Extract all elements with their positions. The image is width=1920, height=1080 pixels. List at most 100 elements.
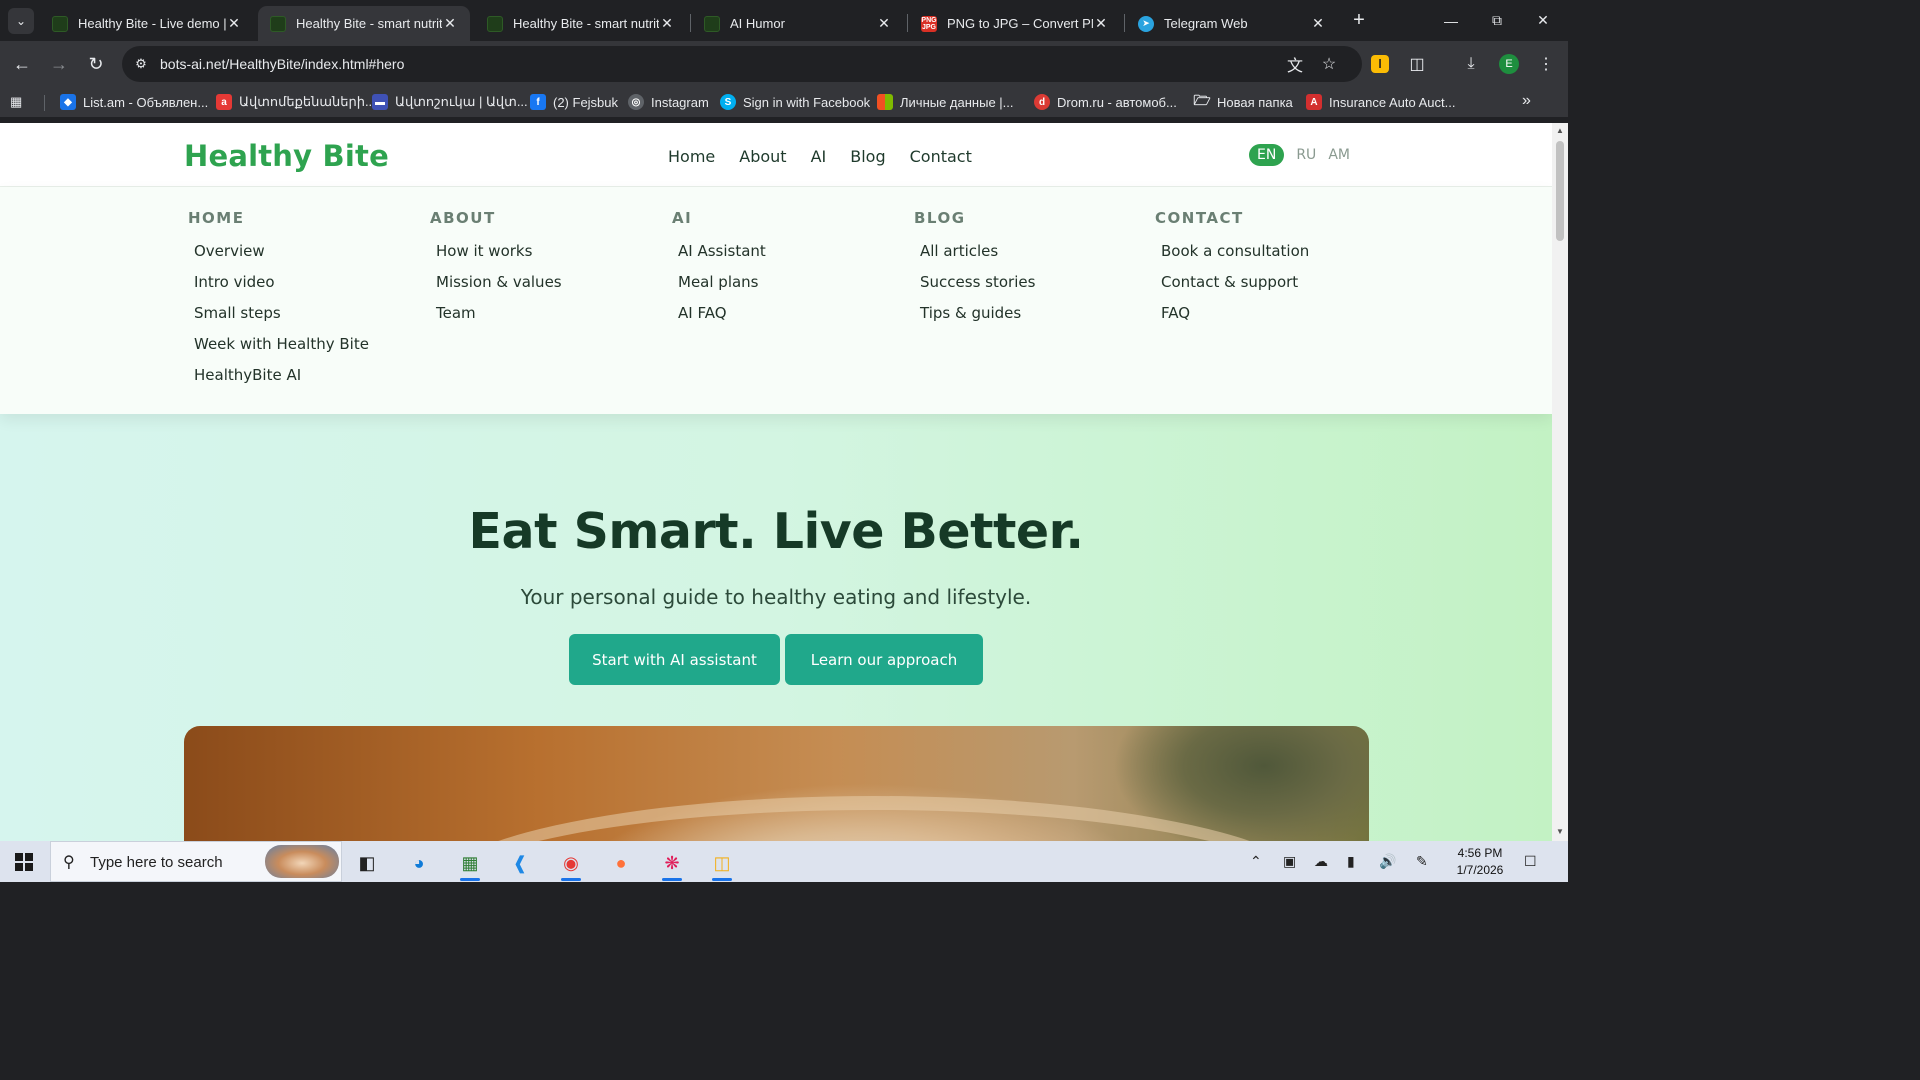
tab-5[interactable]: ➤ Telegram Web ✕ [1126, 6, 1338, 41]
site-logo[interactable]: Healthy Bite [184, 139, 389, 173]
mega-link[interactable]: Week with Healthy Bite [194, 333, 408, 364]
lang-am[interactable]: AM [1328, 144, 1350, 166]
nav-blog[interactable]: Blog [850, 147, 885, 166]
volume-icon[interactable]: 🔊 [1379, 853, 1396, 870]
tab-close-icon[interactable]: ✕ [659, 15, 675, 32]
bookmarks-overflow-icon[interactable]: » [1522, 92, 1531, 110]
mega-link[interactable]: Overview [194, 240, 408, 271]
lang-ru[interactable]: RU [1296, 144, 1316, 166]
onedrive-icon[interactable]: ☁ [1314, 853, 1328, 870]
scroll-down-arrow-icon[interactable]: ▼ [1555, 827, 1565, 837]
forward-button[interactable]: → [46, 51, 72, 77]
mega-link[interactable]: Intro video [194, 271, 408, 302]
scroll-up-arrow-icon[interactable]: ▲ [1555, 126, 1565, 136]
mega-heading: BLOG [914, 209, 966, 227]
tab-2[interactable]: Healthy Bite - smart nutrition ✕ [475, 6, 687, 41]
bookmark-item[interactable]: S Sign in with Facebook [720, 93, 870, 111]
tab-close-icon[interactable]: ✕ [876, 15, 892, 32]
mega-link[interactable]: All articles [920, 240, 1134, 271]
money-app-icon[interactable]: ▦ [450, 847, 490, 881]
mega-link[interactable]: Tips & guides [920, 302, 1134, 333]
minimize-button[interactable]: — [1428, 0, 1474, 41]
file-explorer-icon[interactable]: ◫ [702, 847, 742, 881]
extension-icon: l [1371, 55, 1389, 73]
mega-link[interactable]: How it works [436, 240, 650, 271]
nav-home[interactable]: Home [668, 147, 715, 166]
page-scrollbar[interactable]: ▲ ▼ [1552, 123, 1568, 841]
bookmark-item[interactable]: A Insurance Auto Auct... [1306, 93, 1455, 111]
close-window-button[interactable]: ✕ [1520, 0, 1566, 41]
menu-kebab-icon[interactable]: ⋮ [1534, 52, 1558, 76]
tab-close-icon[interactable]: ✕ [1093, 15, 1109, 32]
tab-search-button[interactable]: ⌄ [8, 8, 34, 34]
tab-1-active[interactable]: Healthy Bite - smart nutrition ✕ [258, 6, 470, 41]
pen-icon[interactable]: ✎ [1416, 853, 1428, 870]
site-info-icon[interactable]: ⚙ [132, 55, 150, 73]
bookmark-item[interactable]: ▬ Ավտոշուկա | Ավտ... [372, 93, 528, 111]
profile-avatar[interactable]: E [1499, 54, 1519, 74]
task-view-icon[interactable]: ◧ [347, 847, 387, 879]
battery-icon[interactable]: ▮ [1347, 853, 1355, 870]
mega-link[interactable]: Success stories [920, 271, 1134, 302]
tab-close-icon[interactable]: ✕ [442, 15, 458, 32]
bookmark-folder[interactable]: 🗁 Новая папка [1193, 92, 1292, 111]
tab-3[interactable]: AI Humor ✕ [692, 6, 904, 41]
mega-link[interactable]: Book a consultation [1161, 240, 1375, 271]
bookmark-item[interactable]: a Ավտոմեքենաների... [216, 93, 376, 111]
mega-link[interactable]: AI FAQ [678, 302, 892, 333]
mega-link[interactable]: Small steps [194, 302, 408, 333]
bookmark-label: Insurance Auto Auct... [1329, 94, 1456, 110]
bookmark-item[interactable]: d Drom.ru - автомоб... [1034, 93, 1177, 111]
mega-link[interactable]: FAQ [1161, 302, 1375, 333]
extensions-puzzle-icon[interactable]: ◫ [1405, 52, 1429, 76]
nav-contact[interactable]: Contact [910, 147, 972, 166]
mega-menu: HOME Overview Intro video Small steps We… [0, 187, 1552, 414]
scroll-thumb[interactable] [1556, 141, 1564, 241]
firefox-icon[interactable]: ● [601, 847, 641, 879]
extension-button[interactable]: l [1368, 52, 1392, 76]
vscode-icon[interactable]: ❰ [500, 847, 540, 879]
tab-close-icon[interactable]: ✕ [226, 15, 242, 32]
nav-ai[interactable]: AI [811, 147, 827, 166]
start-ai-assistant-button[interactable]: Start with AI assistant [569, 634, 780, 685]
taskbar-clock[interactable]: 4:56 PM 1/7/2026 [1450, 845, 1510, 879]
bookmark-item[interactable]: ◎ Instagram [628, 93, 709, 111]
address-bar[interactable]: ⚙ bots-ai.net/HealthyBite/index.html#her… [122, 46, 1362, 82]
lang-en[interactable]: EN [1249, 144, 1285, 166]
windows-start-icon[interactable] [15, 853, 33, 871]
tab-title: PNG to JPG – Convert PNG [947, 16, 1093, 31]
mega-link[interactable]: Meal plans [678, 271, 892, 302]
slack-icon[interactable]: ❋ [652, 847, 692, 881]
meet-now-icon[interactable]: ▣ [1283, 853, 1296, 870]
learn-approach-button[interactable]: Learn our approach [785, 634, 983, 685]
taskbar-search[interactable]: ⚲ Type here to search [50, 841, 342, 882]
nav-about[interactable]: About [739, 147, 786, 166]
notifications-icon[interactable]: ☐ [1524, 853, 1537, 870]
new-tab-button[interactable]: + [1348, 9, 1370, 31]
bookmark-item[interactable]: Личные данные |... [877, 93, 1014, 111]
tray-chevron-up-icon[interactable]: ⌃ [1250, 853, 1262, 870]
browser-toolbar: ← → ↻ ⚙ bots-ai.net/HealthyBite/index.ht… [0, 41, 1568, 87]
restore-button[interactable]: ⧉ [1474, 0, 1520, 41]
globe-icon: ◎ [628, 94, 644, 110]
mega-link[interactable]: HealthyBite AI [194, 364, 408, 395]
bookmark-item[interactable]: ◆ List.am - Объявлен... [60, 93, 208, 111]
mega-link[interactable]: Team [436, 302, 650, 333]
downloads-icon[interactable]: ⤓ [1459, 52, 1483, 76]
translate-icon[interactable]: 文 [1285, 54, 1305, 75]
reload-button[interactable]: ↻ [83, 51, 109, 77]
mega-link[interactable]: Contact & support [1161, 271, 1375, 302]
bookmark-item[interactable]: f (2) Fejsbuk [530, 93, 618, 111]
edge-browser-icon[interactable]: ◕ [399, 847, 439, 879]
mega-link[interactable]: AI Assistant [678, 240, 892, 271]
apps-grid-icon[interactable]: ▦ [10, 94, 28, 110]
mega-link[interactable]: Mission & values [436, 271, 650, 302]
back-button[interactable]: ← [9, 51, 35, 77]
tab-0[interactable]: Healthy Bite - Live demo | AI ✕ [40, 6, 254, 41]
bookmark-label: Sign in with Facebook [743, 94, 871, 110]
url-text[interactable]: bots-ai.net/HealthyBite/index.html#hero [160, 56, 404, 72]
chrome-icon[interactable]: ◉ [551, 847, 591, 881]
tab-close-icon[interactable]: ✕ [1310, 15, 1326, 32]
bookmark-star-icon[interactable]: ☆ [1319, 54, 1339, 74]
tab-4[interactable]: PNGJPG PNG to JPG – Convert PNG ✕ [909, 6, 1121, 41]
